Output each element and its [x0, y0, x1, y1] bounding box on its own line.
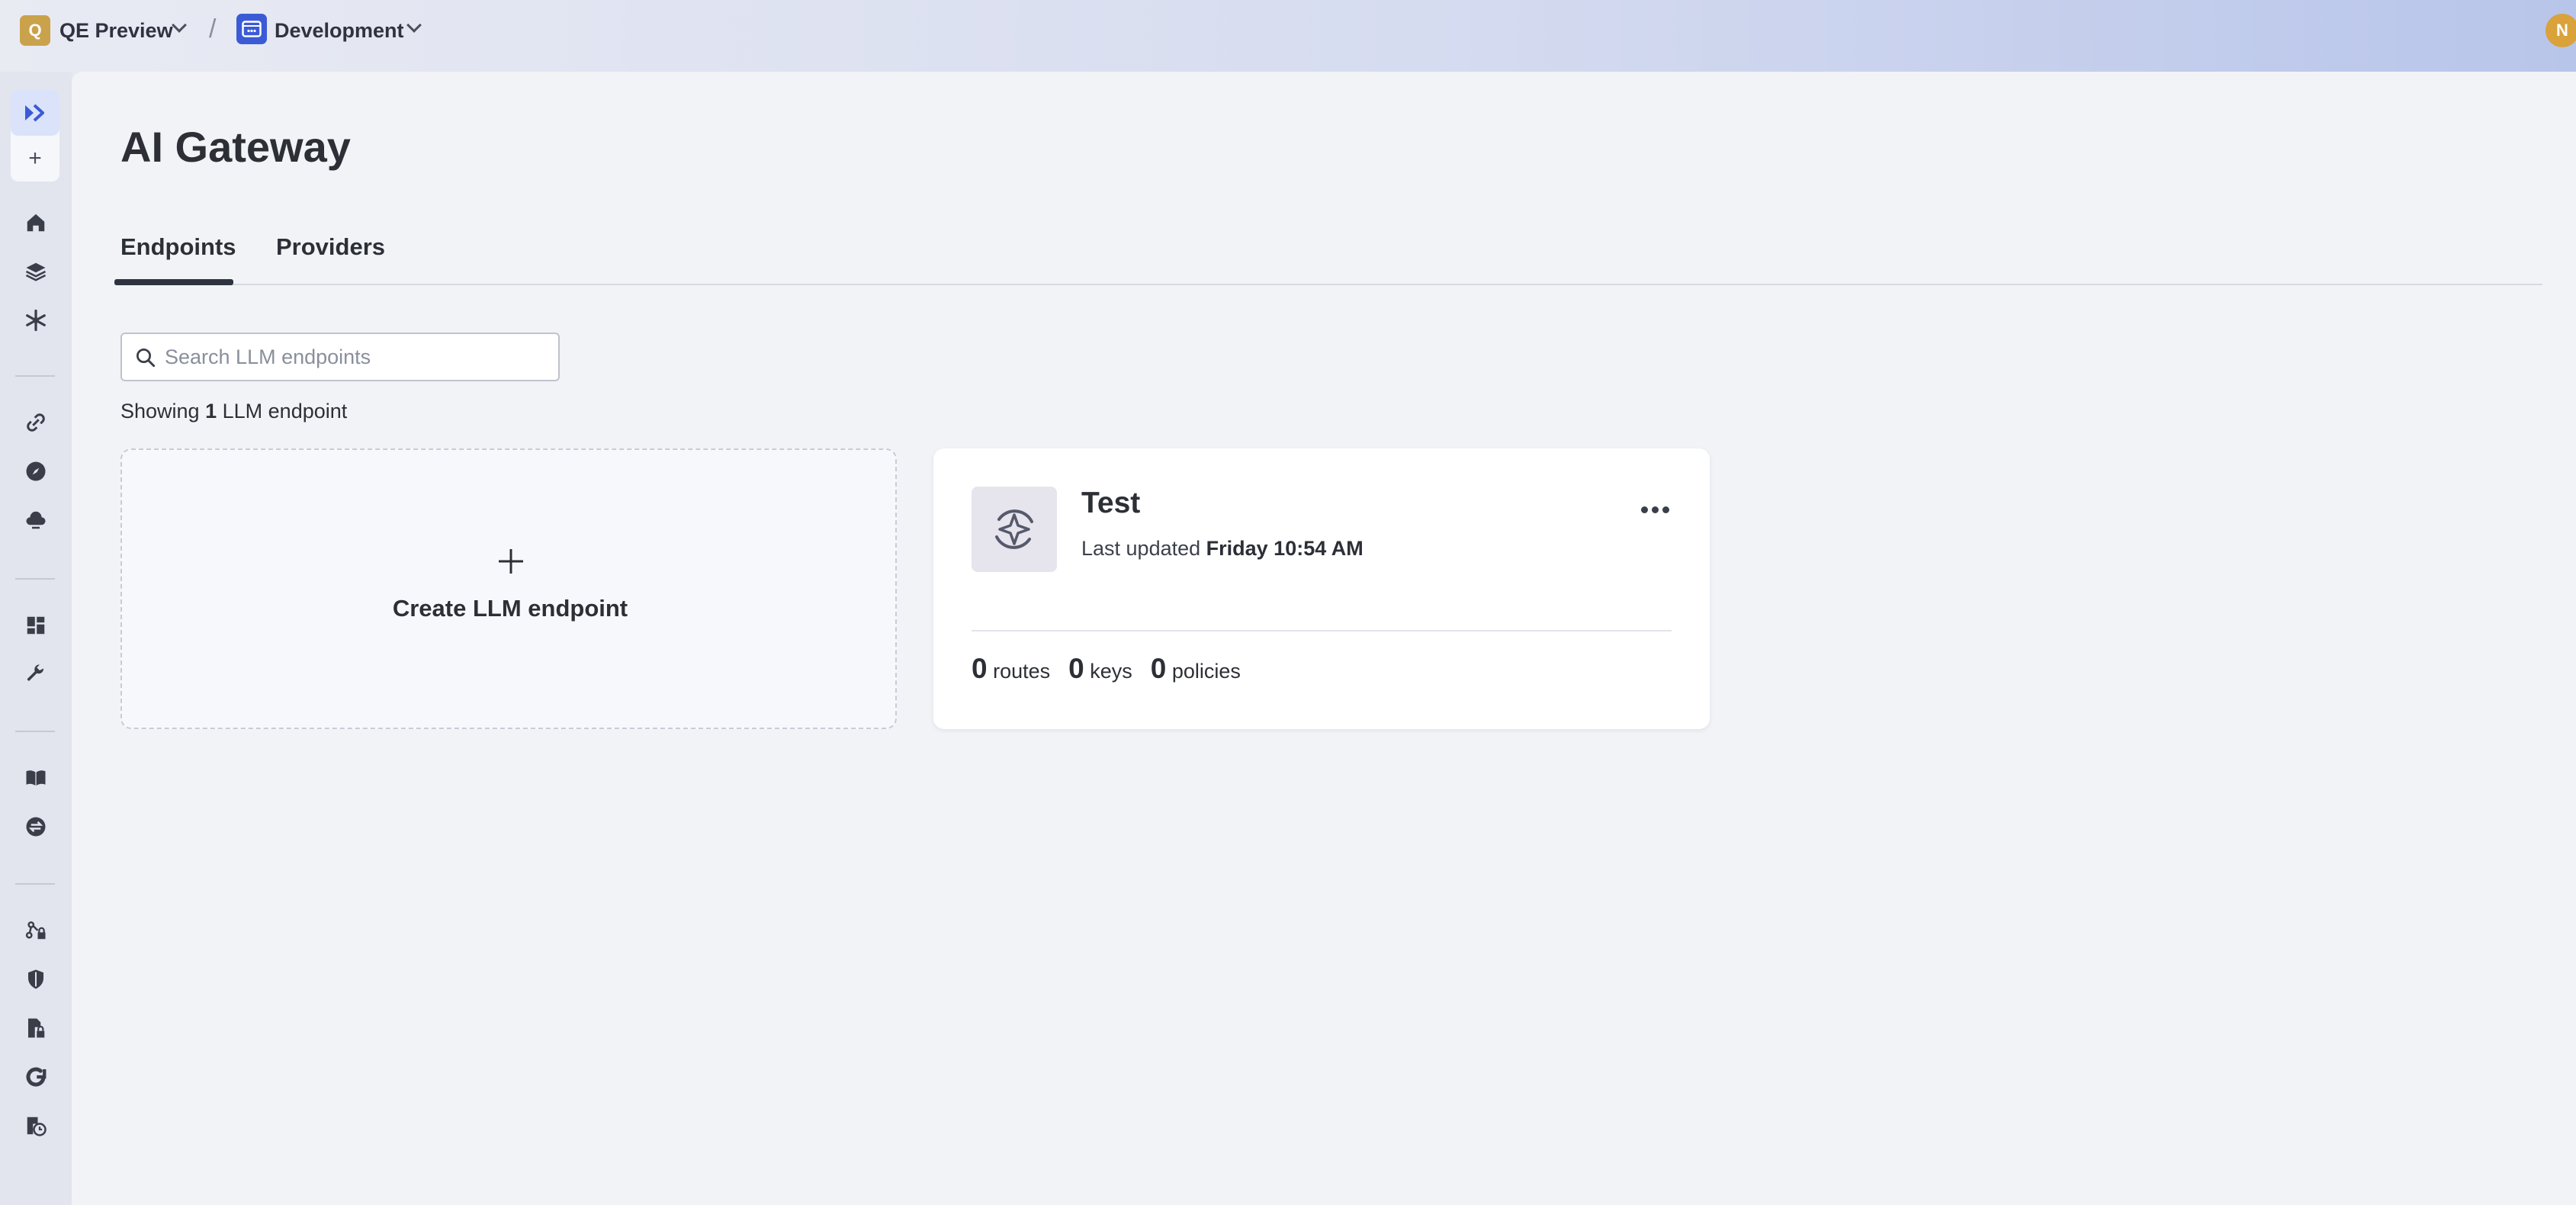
sidebar-item-tools[interactable]: [0, 651, 72, 697]
results-count-number: 1: [205, 400, 217, 423]
sidebar-divider: [15, 375, 55, 377]
refresh-icon: [26, 1067, 47, 1087]
book-icon: [26, 770, 46, 786]
page-title: AI Gateway: [120, 123, 351, 171]
sidebar-item-security[interactable]: [0, 956, 72, 1002]
network-lock-icon: [25, 921, 46, 940]
link-icon: [27, 413, 45, 432]
create-endpoint-label: Create LLM endpoint: [392, 595, 628, 622]
search-input[interactable]: [165, 340, 546, 374]
tab-providers[interactable]: Providers: [276, 233, 385, 285]
keys-count: 0: [1068, 653, 1084, 684]
shield-icon: [28, 969, 43, 989]
last-updated-value: Friday 10:54 AM: [1206, 537, 1363, 560]
home-icon: [27, 214, 45, 232]
sidebar-item-dashboard[interactable]: [0, 602, 72, 648]
sidebar-item-home[interactable]: [0, 200, 72, 246]
sidebar-item-snowflake[interactable]: [0, 297, 72, 343]
routes-label: routes: [993, 660, 1051, 683]
create-endpoint-card[interactable]: Create LLM endpoint: [120, 448, 897, 729]
routes-stat: 0 routes: [972, 653, 1050, 685]
sidebar-item-refresh[interactable]: [0, 1054, 72, 1100]
sidebar-item-history[interactable]: [0, 1103, 72, 1149]
sidebar-divider: [15, 883, 55, 885]
policies-label: policies: [1171, 660, 1241, 683]
results-count-suffix: LLM endpoint: [222, 400, 348, 423]
active-tab-indicator: [114, 279, 233, 285]
plus-icon: [499, 549, 523, 574]
ai-sparkle-icon: [995, 509, 1033, 549]
org-chevron-down-icon[interactable]: [172, 18, 187, 33]
org-name[interactable]: QE Preview: [59, 15, 173, 46]
environment-chevron-down-icon[interactable]: [406, 18, 422, 33]
environment-name[interactable]: Development: [275, 15, 404, 46]
environment-icon[interactable]: [236, 14, 267, 44]
sidebar-item-docs[interactable]: [0, 755, 72, 801]
sidebar-item-links[interactable]: [0, 400, 72, 445]
swap-icon: [26, 817, 46, 837]
endpoint-card[interactable]: Test Last updated Friday 10:54 AM 0 rout…: [933, 448, 1710, 729]
sidebar-item-cloud[interactable]: [0, 497, 72, 543]
last-updated-label: Last updated: [1081, 537, 1201, 560]
sidebar-item-compass[interactable]: [0, 448, 72, 494]
sidebar-item-policies[interactable]: [0, 1005, 72, 1051]
add-button[interactable]: +: [11, 137, 59, 180]
history-icon: [27, 1117, 47, 1136]
snowflake-icon: [26, 309, 46, 332]
layers-icon: [25, 262, 47, 281]
org-badge[interactable]: Q: [20, 15, 50, 46]
dashboard-icon: [27, 616, 45, 635]
sidebar: +: [0, 72, 72, 1205]
compass-icon: [26, 461, 46, 481]
endpoint-stats: 0 routes 0 keys 0 policies: [972, 653, 1241, 685]
endpoint-name[interactable]: Test: [1081, 487, 1140, 520]
more-options-icon[interactable]: [1633, 494, 1676, 525]
sidebar-item-switch[interactable]: [0, 804, 72, 850]
sidebar-item-layers[interactable]: [0, 249, 72, 294]
policies-count: 0: [1150, 653, 1167, 684]
routes-count: 0: [972, 653, 988, 684]
top-bar: Q QE Preview / Development N: [0, 0, 2576, 61]
breadcrumb-separator: /: [209, 14, 217, 43]
top-bar-accent: [0, 61, 2576, 72]
browser-window-icon: [242, 21, 262, 37]
tab-endpoints[interactable]: Endpoints: [120, 233, 236, 285]
sidebar-divider: [15, 578, 55, 580]
cloud-icon: [26, 511, 46, 529]
endpoint-avatar: [972, 487, 1057, 572]
search-box[interactable]: [120, 333, 560, 381]
keys-stat: 0 keys: [1068, 653, 1132, 685]
user-avatar[interactable]: N: [2545, 14, 2576, 47]
wrench-icon: [27, 664, 44, 681]
keys-label: keys: [1090, 660, 1132, 683]
search-icon: [137, 349, 156, 368]
tab-bar: Endpoints Providers: [114, 233, 2542, 285]
document-lock-icon: [28, 1018, 45, 1038]
expand-sidebar-button[interactable]: [11, 90, 59, 136]
collapse-sidebar-icon: [25, 104, 44, 122]
policies-stat: 0 policies: [1151, 653, 1241, 685]
main-content: AI Gateway Endpoints Providers Showing 1…: [72, 72, 2576, 1205]
card-divider: [972, 630, 1672, 631]
sidebar-divider: [15, 731, 55, 732]
results-count: Showing 1 LLM endpoint: [120, 400, 347, 423]
results-count-prefix: Showing: [120, 400, 200, 423]
sidebar-item-network-security[interactable]: [0, 908, 72, 953]
endpoint-last-updated: Last updated Friday 10:54 AM: [1081, 537, 1363, 561]
